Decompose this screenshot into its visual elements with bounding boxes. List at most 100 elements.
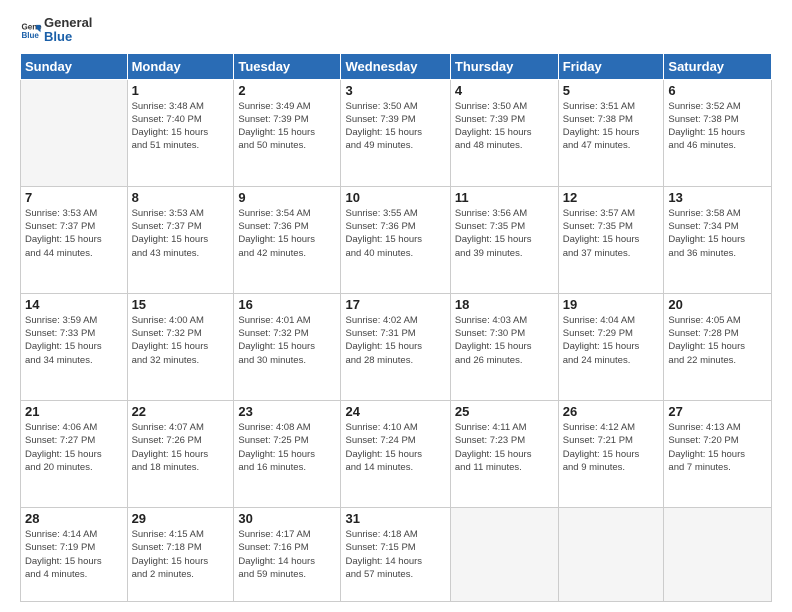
calendar-cell: 24 Sunrise: 4:10 AM Sunset: 7:24 PM Dayli… (341, 400, 450, 507)
cell-details: Sunrise: 3:53 AM Sunset: 7:37 PM Dayligh… (25, 207, 123, 260)
calendar-cell: 8 Sunrise: 3:53 AM Sunset: 7:37 PM Daylig… (127, 186, 234, 293)
cell-details: Sunrise: 4:18 AM Sunset: 7:15 PM Dayligh… (345, 528, 445, 581)
cell-details: Sunrise: 3:57 AM Sunset: 7:35 PM Dayligh… (563, 207, 660, 260)
day-number: 28 (25, 511, 123, 526)
cell-details: Sunrise: 4:02 AM Sunset: 7:31 PM Dayligh… (345, 314, 445, 367)
calendar-cell: 30Sunrise: 4:17 AM Sunset: 7:16 PM Dayli… (234, 508, 341, 602)
col-header-tuesday: Tuesday (234, 53, 341, 79)
day-number: 22 (132, 404, 230, 419)
calendar-cell: 21 Sunrise: 4:06 AM Sunset: 7:27 PM Dayli… (21, 400, 128, 507)
cell-details: Sunrise: 4:13 AM Sunset: 7:20 PM Dayligh… (668, 421, 767, 474)
calendar-cell: 17Sunrise: 4:02 AM Sunset: 7:31 PM Dayli… (341, 293, 450, 400)
day-number: 26 (563, 404, 660, 419)
calendar-cell: 22 Sunrise: 4:07 AM Sunset: 7:26 PM Dayli… (127, 400, 234, 507)
day-number: 9 (238, 190, 336, 205)
calendar-table: SundayMondayTuesdayWednesdayThursdayFrid… (20, 53, 772, 602)
cell-details: Sunrise: 3:49 AM Sunset: 7:39 PM Dayligh… (238, 100, 336, 153)
day-number: 19 (563, 297, 660, 312)
svg-text:Blue: Blue (21, 31, 39, 40)
col-header-saturday: Saturday (664, 53, 772, 79)
header: General Blue General Blue (20, 16, 772, 45)
logo-blue: Blue (44, 30, 92, 44)
cell-details: Sunrise: 3:54 AM Sunset: 7:36 PM Dayligh… (238, 207, 336, 260)
cell-details: Sunrise: 4:14 AM Sunset: 7:19 PM Dayligh… (25, 528, 123, 581)
day-number: 10 (345, 190, 445, 205)
day-number: 24 (345, 404, 445, 419)
day-number: 8 (132, 190, 230, 205)
page: General Blue General Blue SundayMondayTu… (0, 0, 792, 612)
cell-details: Sunrise: 4:06 AM Sunset: 7:27 PM Dayligh… (25, 421, 123, 474)
calendar-cell (664, 508, 772, 602)
calendar-cell (450, 508, 558, 602)
calendar-cell: 15 Sunrise: 4:00 AM Sunset: 7:32 PM Dayli… (127, 293, 234, 400)
day-number: 7 (25, 190, 123, 205)
calendar-cell: 29 Sunrise: 4:15 AM Sunset: 7:18 PM Dayli… (127, 508, 234, 602)
calendar-cell: 20 Sunrise: 4:05 AM Sunset: 7:28 PM Dayli… (664, 293, 772, 400)
calendar-cell: 26 Sunrise: 4:12 AM Sunset: 7:21 PM Dayli… (558, 400, 664, 507)
calendar-cell (21, 79, 128, 186)
cell-details: Sunrise: 4:17 AM Sunset: 7:16 PM Dayligh… (238, 528, 336, 581)
cell-details: Sunrise: 3:58 AM Sunset: 7:34 PM Dayligh… (668, 207, 767, 260)
cell-details: Sunrise: 3:55 AM Sunset: 7:36 PM Dayligh… (345, 207, 445, 260)
calendar-cell: 23 Sunrise: 4:08 AM Sunset: 7:25 PM Dayli… (234, 400, 341, 507)
calendar-cell: 10 Sunrise: 3:55 AM Sunset: 7:36 PM Dayli… (341, 186, 450, 293)
cell-details: Sunrise: 4:08 AM Sunset: 7:25 PM Dayligh… (238, 421, 336, 474)
cell-details: Sunrise: 4:10 AM Sunset: 7:24 PM Dayligh… (345, 421, 445, 474)
col-header-thursday: Thursday (450, 53, 558, 79)
calendar-cell: 6Sunrise: 3:52 AM Sunset: 7:38 PM Daylig… (664, 79, 772, 186)
day-number: 13 (668, 190, 767, 205)
header-row: SundayMondayTuesdayWednesdayThursdayFrid… (21, 53, 772, 79)
calendar-cell: 4 Sunrise: 3:50 AM Sunset: 7:39 PM Daylig… (450, 79, 558, 186)
day-number: 11 (455, 190, 554, 205)
day-number: 4 (455, 83, 554, 98)
cell-details: Sunrise: 4:03 AM Sunset: 7:30 PM Dayligh… (455, 314, 554, 367)
cell-details: Sunrise: 3:50 AM Sunset: 7:39 PM Dayligh… (345, 100, 445, 153)
cell-details: Sunrise: 4:00 AM Sunset: 7:32 PM Dayligh… (132, 314, 230, 367)
logo-general: General (44, 16, 92, 30)
cell-details: Sunrise: 4:12 AM Sunset: 7:21 PM Dayligh… (563, 421, 660, 474)
col-header-wednesday: Wednesday (341, 53, 450, 79)
cell-details: Sunrise: 4:04 AM Sunset: 7:29 PM Dayligh… (563, 314, 660, 367)
col-header-monday: Monday (127, 53, 234, 79)
col-header-friday: Friday (558, 53, 664, 79)
day-number: 29 (132, 511, 230, 526)
day-number: 21 (25, 404, 123, 419)
cell-details: Sunrise: 4:05 AM Sunset: 7:28 PM Dayligh… (668, 314, 767, 367)
calendar-cell: 11Sunrise: 3:56 AM Sunset: 7:35 PM Dayli… (450, 186, 558, 293)
day-number: 16 (238, 297, 336, 312)
calendar-cell: 2Sunrise: 3:49 AM Sunset: 7:39 PM Daylig… (234, 79, 341, 186)
calendar-cell: 28 Sunrise: 4:14 AM Sunset: 7:19 PM Dayli… (21, 508, 128, 602)
calendar-cell: 7 Sunrise: 3:53 AM Sunset: 7:37 PM Daylig… (21, 186, 128, 293)
cell-details: Sunrise: 3:52 AM Sunset: 7:38 PM Dayligh… (668, 100, 767, 153)
col-header-sunday: Sunday (21, 53, 128, 79)
logo-icon: General Blue (20, 19, 42, 41)
day-number: 12 (563, 190, 660, 205)
calendar-cell: 18 Sunrise: 4:03 AM Sunset: 7:30 PM Dayli… (450, 293, 558, 400)
calendar-cell: 9 Sunrise: 3:54 AM Sunset: 7:36 PM Daylig… (234, 186, 341, 293)
calendar-cell: 25Sunrise: 4:11 AM Sunset: 7:23 PM Dayli… (450, 400, 558, 507)
calendar-cell: 14 Sunrise: 3:59 AM Sunset: 7:33 PM Dayli… (21, 293, 128, 400)
calendar-cell: 16Sunrise: 4:01 AM Sunset: 7:32 PM Dayli… (234, 293, 341, 400)
calendar-cell: 31 Sunrise: 4:18 AM Sunset: 7:15 PM Dayli… (341, 508, 450, 602)
day-number: 23 (238, 404, 336, 419)
cell-details: Sunrise: 3:59 AM Sunset: 7:33 PM Dayligh… (25, 314, 123, 367)
logo: General Blue General Blue (20, 16, 92, 45)
day-number: 31 (345, 511, 445, 526)
day-number: 15 (132, 297, 230, 312)
cell-details: Sunrise: 4:15 AM Sunset: 7:18 PM Dayligh… (132, 528, 230, 581)
cell-details: Sunrise: 3:50 AM Sunset: 7:39 PM Dayligh… (455, 100, 554, 153)
day-number: 14 (25, 297, 123, 312)
calendar-cell: 13 Sunrise: 3:58 AM Sunset: 7:34 PM Dayli… (664, 186, 772, 293)
day-number: 20 (668, 297, 767, 312)
calendar-cell: 12 Sunrise: 3:57 AM Sunset: 7:35 PM Dayli… (558, 186, 664, 293)
cell-details: Sunrise: 4:07 AM Sunset: 7:26 PM Dayligh… (132, 421, 230, 474)
day-number: 18 (455, 297, 554, 312)
day-number: 5 (563, 83, 660, 98)
calendar-cell: 27 Sunrise: 4:13 AM Sunset: 7:20 PM Dayli… (664, 400, 772, 507)
calendar-cell: 1Sunrise: 3:48 AM Sunset: 7:40 PM Daylig… (127, 79, 234, 186)
day-number: 3 (345, 83, 445, 98)
cell-details: Sunrise: 3:48 AM Sunset: 7:40 PM Dayligh… (132, 100, 230, 153)
cell-details: Sunrise: 3:53 AM Sunset: 7:37 PM Dayligh… (132, 207, 230, 260)
day-number: 27 (668, 404, 767, 419)
calendar-cell: 19 Sunrise: 4:04 AM Sunset: 7:29 PM Dayli… (558, 293, 664, 400)
